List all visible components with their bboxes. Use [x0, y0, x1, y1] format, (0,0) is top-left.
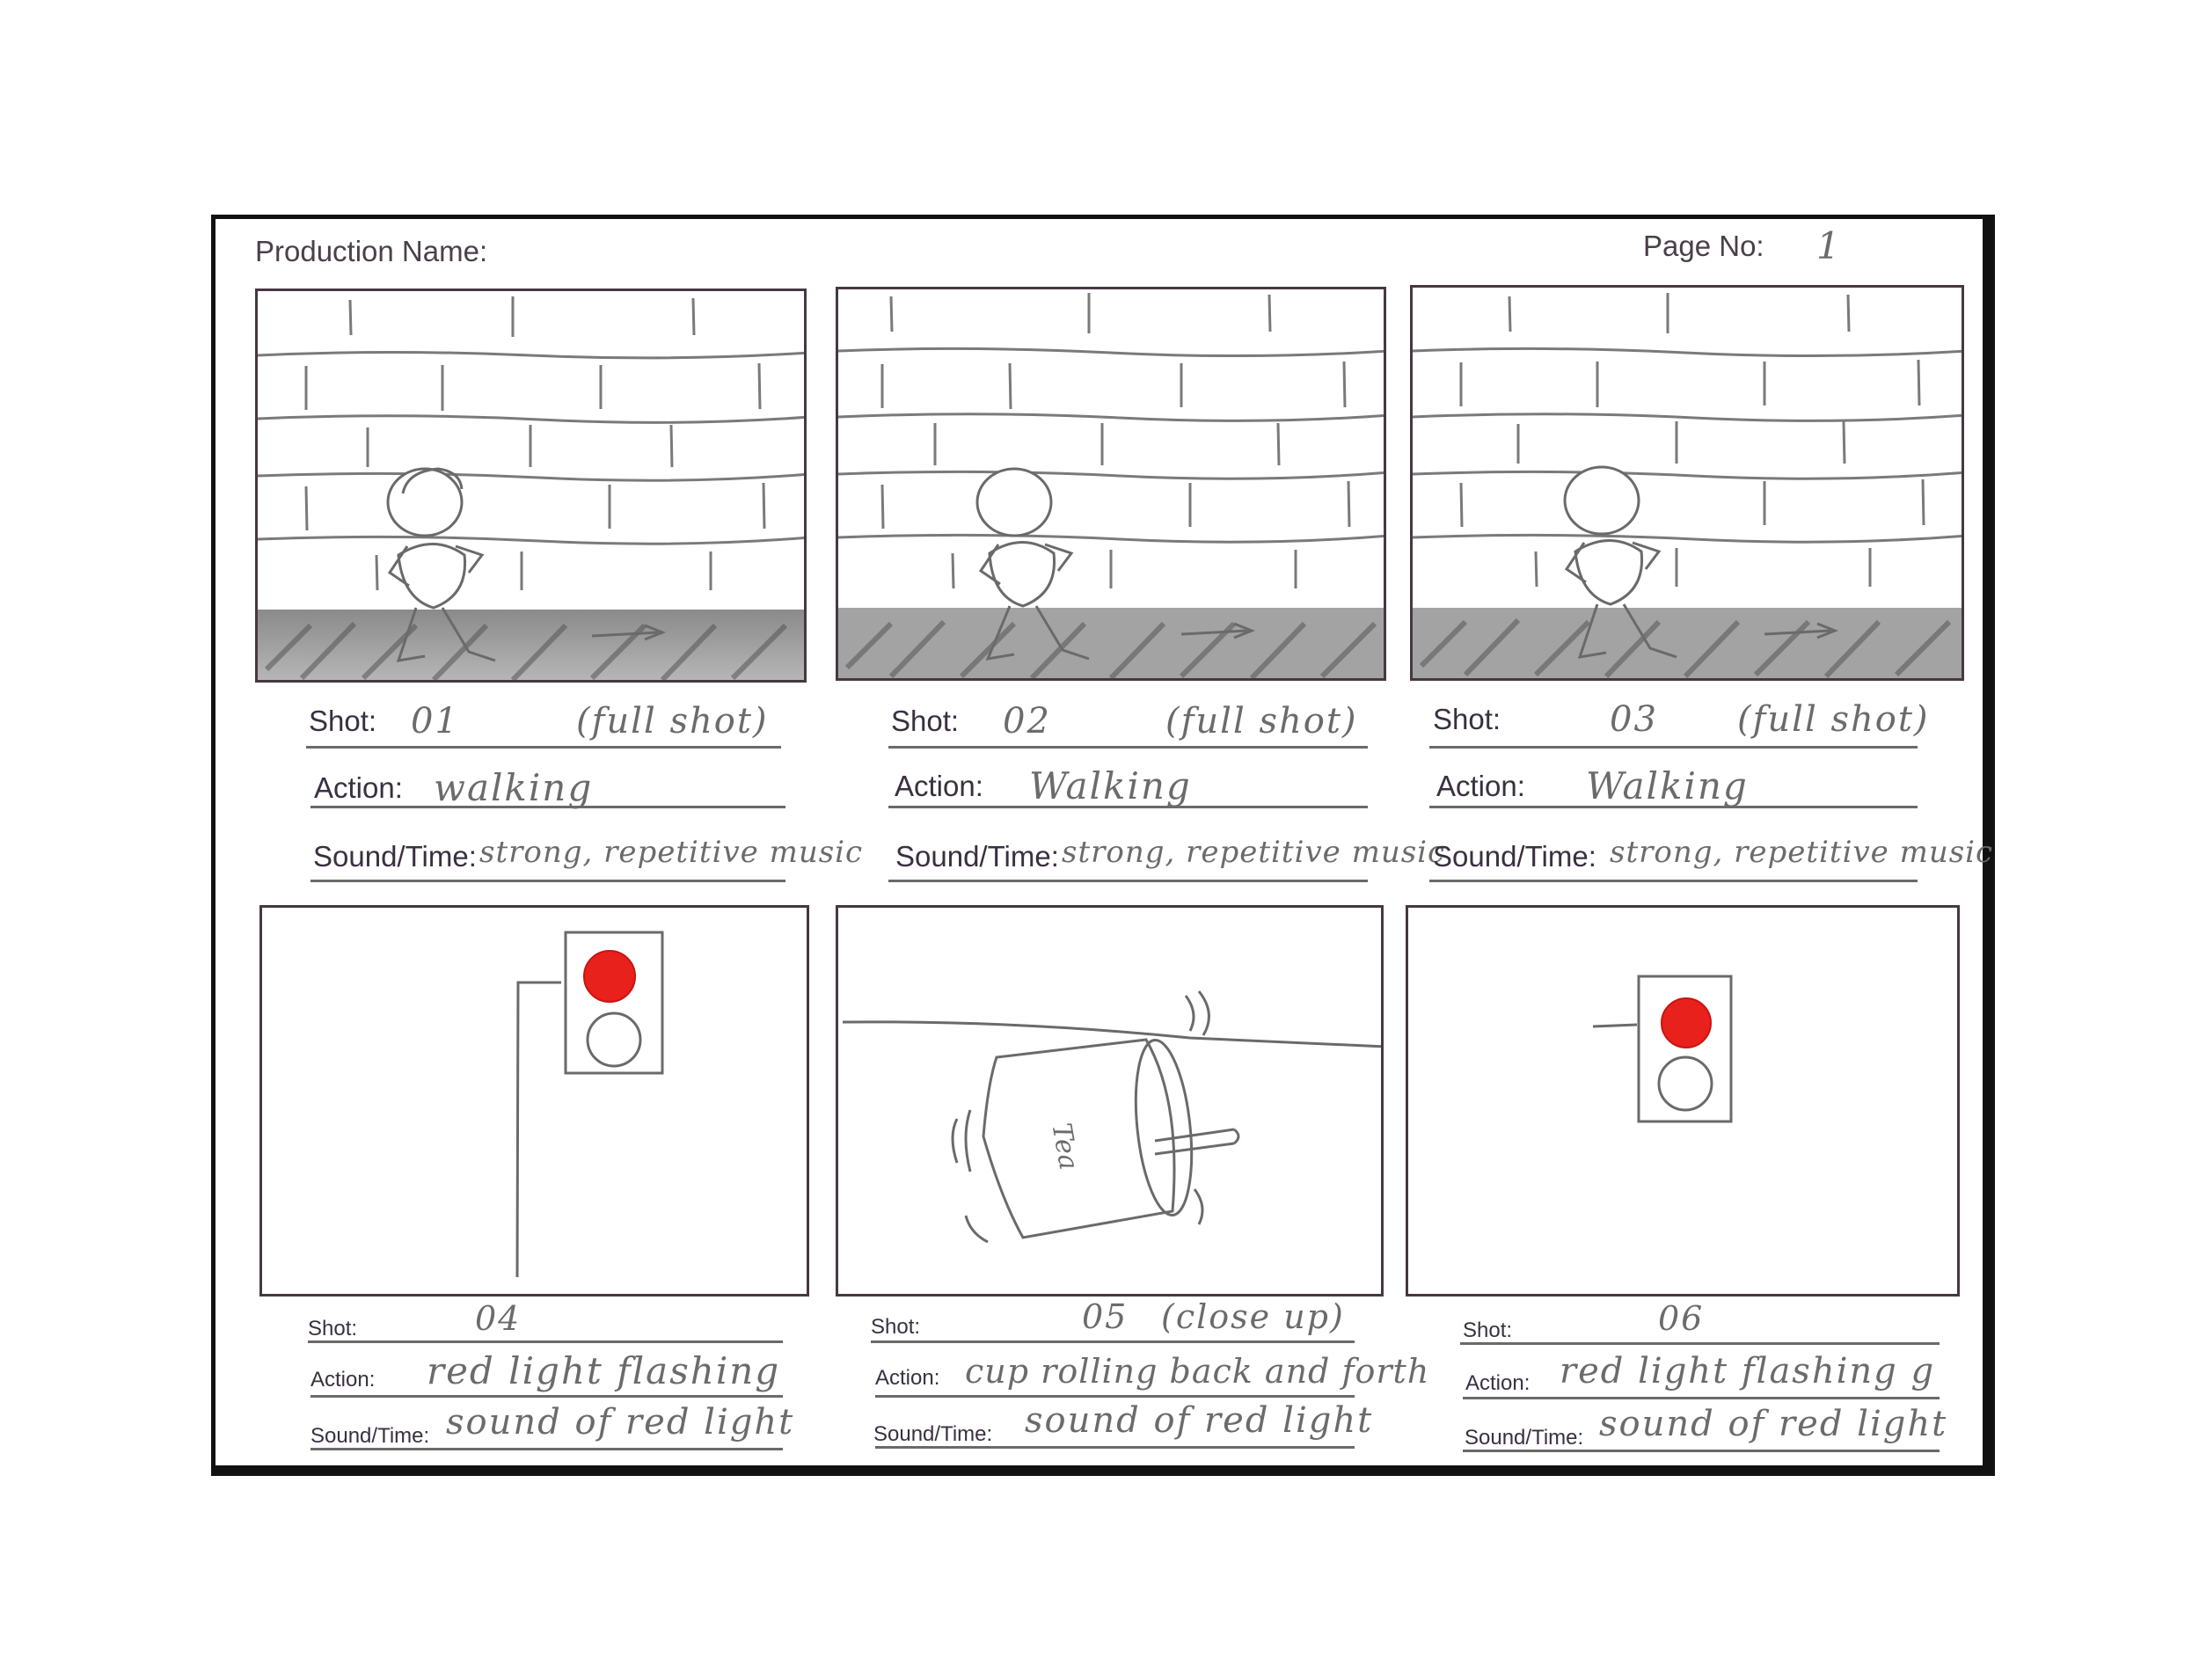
- panel-3-shot-label: Shot:: [1433, 703, 1501, 735]
- panel-5-frame: Tea: [836, 905, 1384, 1297]
- panel-1-shot-label: Shot:: [309, 705, 377, 737]
- panel-2-action-text: Walking: [1029, 764, 1192, 807]
- panel-4-action-text: red light flashing: [427, 1349, 781, 1392]
- panel-5-shot-note: (close up): [1161, 1297, 1345, 1336]
- panel-4-action-label: Action:: [310, 1368, 376, 1391]
- page-number-label: Page No:: [1643, 230, 1764, 262]
- panel-3-frame: [1410, 285, 1964, 681]
- panel-5-action-label: Action:: [875, 1366, 940, 1390]
- walking-sketch-1: [258, 296, 804, 680]
- panel-4-sound-label: Sound/Time:: [310, 1424, 430, 1448]
- panel-1-sound-text: strong, repetitive music: [479, 835, 864, 870]
- panel-1-sound-label: Sound/Time:: [313, 840, 477, 873]
- panel-3-shot-number: 03: [1610, 699, 1658, 740]
- panel-5-sound-text: sound of red light: [1025, 1400, 1374, 1441]
- traffic-light-sketch-6: [1592, 975, 1733, 1123]
- panel-2-frame: [836, 287, 1386, 681]
- panel-5-sound-label: Sound/Time:: [873, 1422, 993, 1446]
- panel-4-shot-label: Shot:: [308, 1317, 358, 1340]
- traffic-light-sketch-4: [515, 931, 664, 1278]
- panel-2-sound-text: strong, repetitive music: [1062, 835, 1446, 870]
- panel-4-sound-text: sound of red light: [446, 1402, 795, 1443]
- panel-3-action-text: Walking: [1586, 764, 1749, 807]
- panel-6-sound-text: sound of red light: [1599, 1404, 1948, 1444]
- panel-4-frame: [259, 905, 809, 1297]
- panel-3-sound-label: Sound/Time:: [1433, 840, 1596, 873]
- panel-6-sound-label: Sound/Time:: [1465, 1426, 1584, 1450]
- panel-5-shot-label: Shot:: [871, 1315, 921, 1339]
- panel-1-shot-number: 01: [411, 701, 459, 741]
- panel-1-shot-note: (full shot): [576, 701, 769, 741]
- panel-3-action-label: Action:: [1436, 770, 1525, 802]
- walking-sketch-3: [1413, 293, 1962, 678]
- page-number-value: 1: [1816, 224, 1842, 267]
- panel-2-shot-label: Shot:: [891, 705, 960, 737]
- panel-5-action-text: cup rolling back and forth: [965, 1352, 1430, 1391]
- walking-sketch-2: [838, 293, 1384, 678]
- storyboard-sheet: Production Name: Page No: 1 Shot: 01 (fu…: [211, 215, 1995, 1476]
- panel-1-action-text: walking: [434, 766, 594, 809]
- panel-6-action-label: Action:: [1465, 1371, 1531, 1395]
- panel-4-shot-number: 04: [475, 1299, 522, 1338]
- panel-3-shot-note: (full shot): [1737, 699, 1930, 740]
- panel-2-shot-number: 02: [1003, 701, 1051, 741]
- panel-6-shot-number: 06: [1658, 1299, 1705, 1338]
- panel-5-shot-number: 05: [1082, 1297, 1129, 1336]
- panel-2-shot-note: (full shot): [1165, 701, 1358, 741]
- panel-4-shot-row: [308, 1301, 783, 1343]
- panel-6-action-text: red light flashing g: [1560, 1351, 1936, 1391]
- panel-1-action-label: Action:: [314, 771, 403, 804]
- panel-2-action-label: Action:: [895, 770, 983, 802]
- cup-sketch-5: Tea: [842, 990, 1381, 1244]
- panel-6-shot-label: Shot:: [1463, 1318, 1513, 1342]
- panel-6-frame: [1406, 905, 1960, 1297]
- panel-1-frame: [255, 289, 807, 683]
- panel-2-sound-label: Sound/Time:: [895, 840, 1059, 873]
- panel-3-sound-text: strong, repetitive music: [1610, 835, 1994, 870]
- production-name-label: Production Name:: [255, 235, 488, 267]
